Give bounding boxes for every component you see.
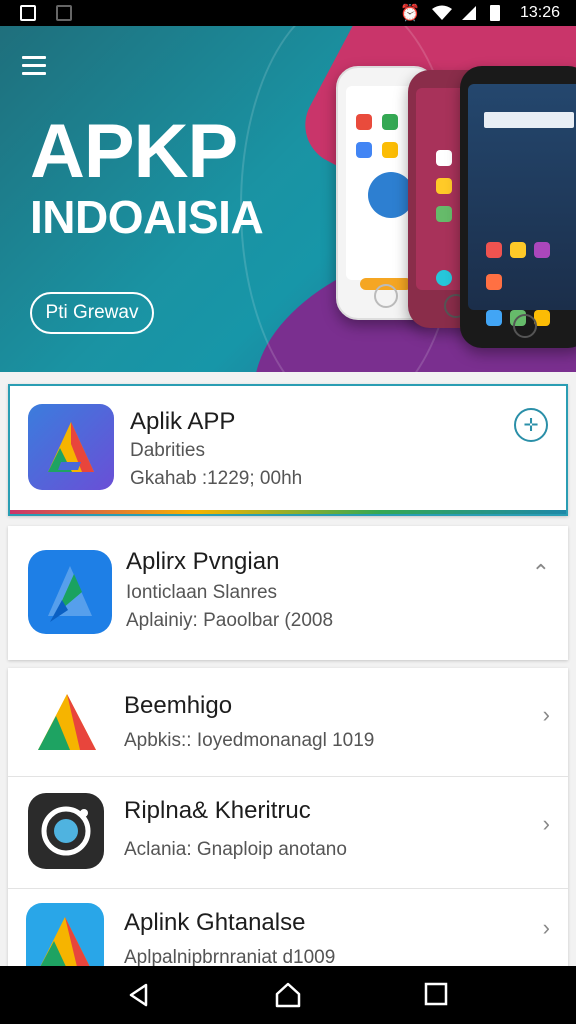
chevron-right-icon[interactable]: › — [543, 915, 550, 941]
app-icon-aplik — [28, 404, 114, 490]
app-title: Riplna& Kheritruc — [124, 797, 311, 824]
back-icon[interactable] — [126, 982, 152, 1008]
chevron-up-icon[interactable]: ⌃ — [532, 560, 550, 586]
hero-cta-button[interactable]: Pti Grewav — [30, 292, 154, 334]
signal-icon — [462, 6, 476, 20]
chevron-right-icon[interactable]: › — [543, 702, 550, 728]
wifi-icon — [432, 5, 452, 20]
list-item[interactable]: Riplna& Kheritruc Aclania: Gnaploip anot… — [8, 777, 568, 887]
hamburger-menu-icon[interactable] — [22, 56, 48, 76]
progress-bar — [10, 510, 566, 514]
chevron-right-icon[interactable]: › — [543, 811, 550, 837]
status-bar: ⏰ 13:26 — [0, 0, 576, 26]
app-title: Aplik APP — [130, 408, 236, 435]
app-subtitle: Ionticlaan Slanres — [126, 582, 278, 603]
battery-icon — [490, 5, 500, 21]
app-meta: Aplpalnipbrnraniat d1009 — [124, 947, 336, 968]
list-item[interactable]: Beemhigo Apbkis:: Ioyedmonanagl 1019 › — [8, 668, 568, 776]
alarm-icon: ⏰ — [400, 5, 420, 22]
search-bar-illustration — [484, 112, 574, 128]
app-meta: Aplainiy: Paoolbar (2008 — [126, 610, 334, 631]
app-icon-ghtanalse — [26, 903, 104, 968]
list-item[interactable]: Aplink Ghtanalse Aplpalnipbrnraniat d100… — [8, 889, 568, 968]
app-icon-pvngian — [28, 550, 112, 634]
app-subtitle: Dabrities — [130, 440, 205, 461]
app-title: Beemhigo — [124, 692, 233, 719]
app-title: Aplink Ghtanalse — [124, 909, 306, 936]
app-meta: Aclania: Gnaploip anotano — [124, 839, 347, 860]
app-icon-camera — [28, 793, 104, 869]
recent-apps-icon[interactable] — [424, 982, 448, 1006]
featured-app-card[interactable]: Aplik APP Dabrities Gkahab :1229; 00hh ✛ — [8, 384, 568, 516]
notification-icon-2 — [56, 5, 72, 21]
download-icon[interactable]: ✛ — [514, 408, 548, 442]
system-nav-bar — [0, 966, 576, 1024]
app-card-2[interactable]: Aplirx Pvngian Ionticlaan Slanres Aplain… — [8, 526, 568, 660]
notification-icon — [20, 5, 36, 21]
app-title: Aplirx Pvngian — [126, 548, 280, 575]
app-meta: Gkahab :1229; 00hh — [130, 468, 303, 489]
phone-illustration-dark — [460, 66, 576, 348]
hero-title: APKP — [30, 109, 238, 194]
app-icon-beemhigo — [30, 686, 104, 760]
hero-subtitle: INDOAISIA — [30, 191, 264, 243]
app-list-card: Beemhigo Apbkis:: Ioyedmonanagl 1019 › R… — [8, 668, 568, 968]
home-icon[interactable] — [274, 982, 302, 1008]
status-time: 13:26 — [519, 4, 560, 21]
hero-banner: APKP INDOAISIA Pti Grewav — [0, 26, 576, 372]
app-meta: Apbkis:: Ioyedmonanagl 1019 — [124, 730, 375, 751]
